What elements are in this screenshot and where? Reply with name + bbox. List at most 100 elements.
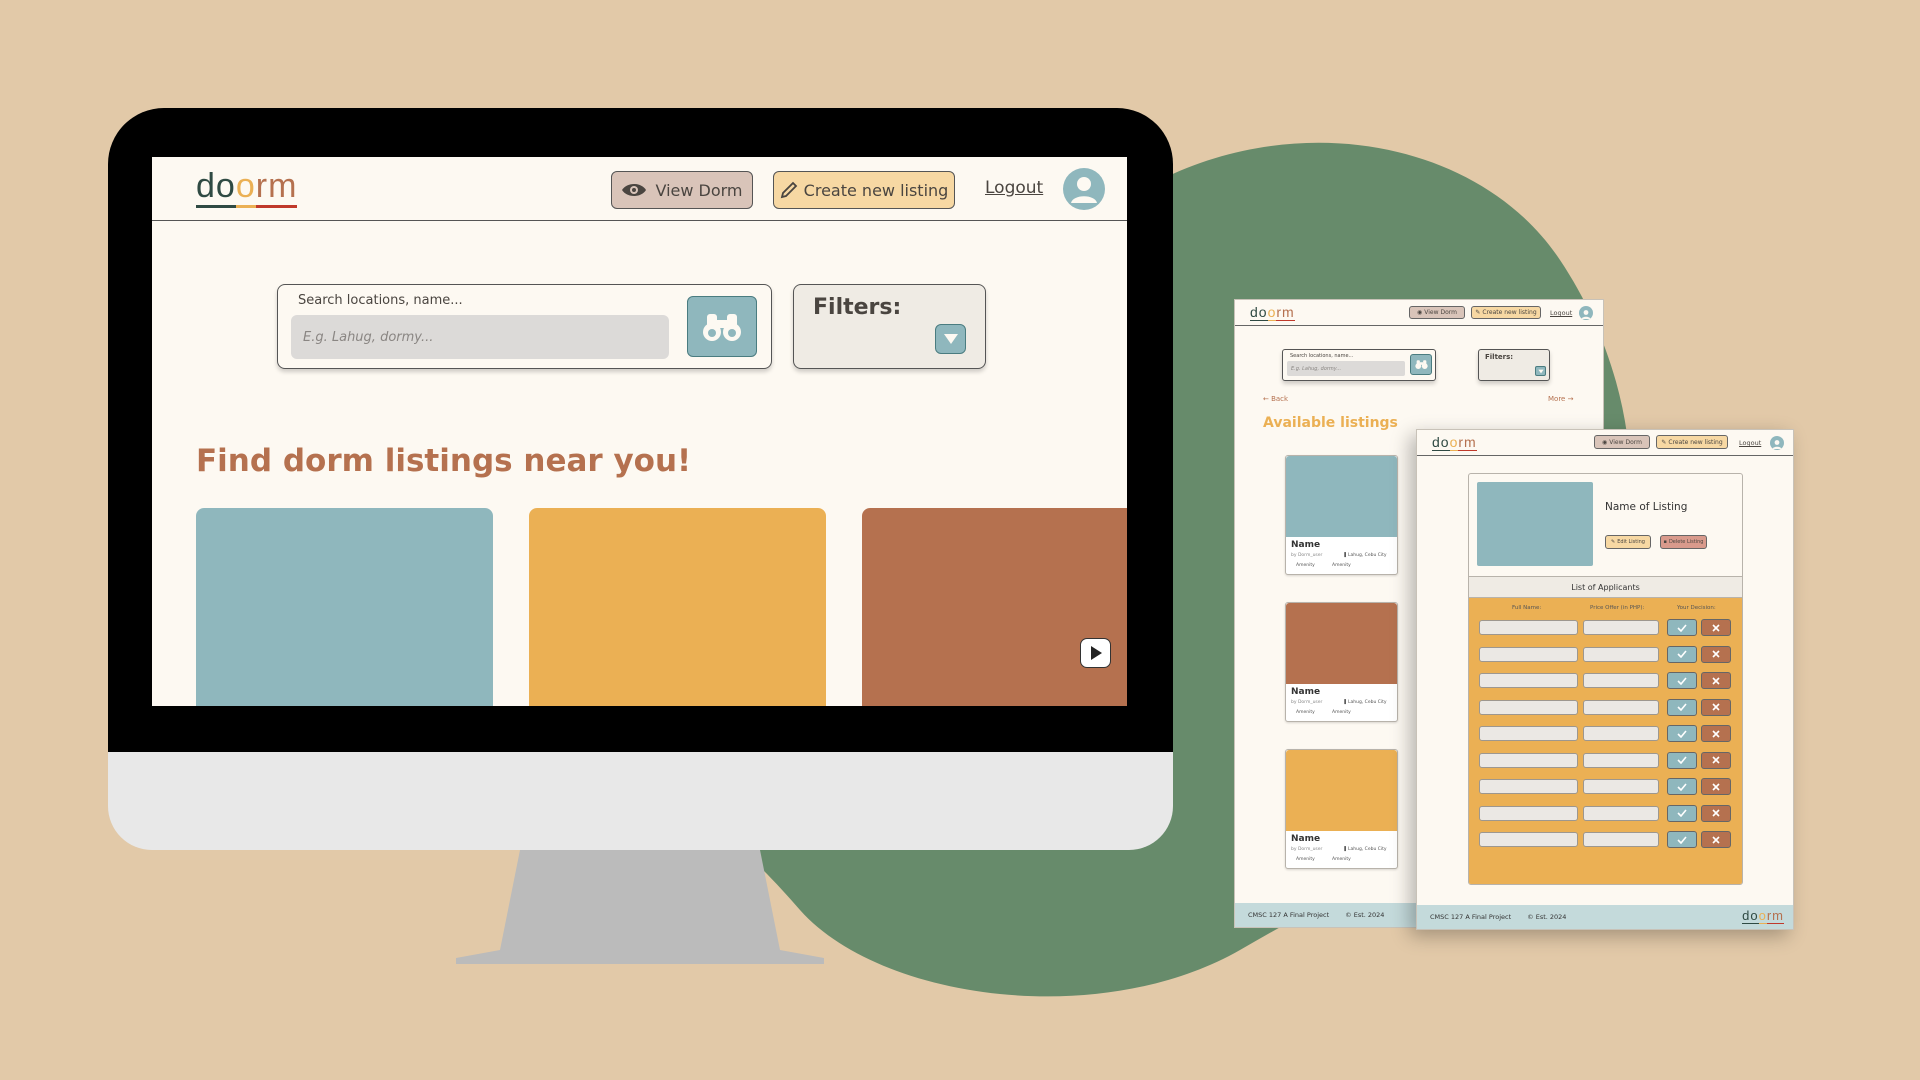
filters-box: Filters:	[793, 284, 986, 369]
search-button[interactable]	[1410, 354, 1432, 375]
reject-button[interactable]	[1701, 672, 1731, 689]
accept-button[interactable]	[1667, 831, 1697, 848]
listing-card[interactable]: Name by Dorm_user ❚ Lahug, Cebu City Ame…	[1285, 602, 1398, 722]
listing-card[interactable]	[196, 508, 493, 706]
carousel-next-button[interactable]	[1080, 638, 1111, 668]
accept-button[interactable]	[1667, 645, 1697, 663]
chevron-down-icon	[1537, 369, 1544, 373]
amenity-badge: Amenity	[1332, 710, 1351, 715]
listing-card[interactable]: Name by Dorm_user ❚ Lahug, Cebu City Ame…	[1285, 455, 1398, 575]
full-name-field[interactable]	[1479, 726, 1578, 741]
applicants-table: Full Name: Price Offer (in PHP): Your De…	[1469, 598, 1742, 884]
listing-card[interactable]	[862, 508, 1127, 706]
amenity-badge: Amenity	[1332, 857, 1351, 862]
applicant-row	[1469, 619, 1742, 637]
logout-link[interactable]: Logout	[985, 178, 1043, 198]
search-input[interactable]: E.g. Lahug, dormy...	[1287, 361, 1405, 376]
full-name-field[interactable]	[1479, 779, 1578, 794]
accept-button[interactable]	[1667, 672, 1697, 689]
accept-button[interactable]	[1667, 751, 1697, 769]
view-dorm-button[interactable]: ◉ View Dorm	[1594, 435, 1650, 449]
footer-project: CMSC 127 A Final Project	[1430, 913, 1512, 921]
price-offer-field[interactable]	[1583, 646, 1659, 662]
logo[interactable]: doorm	[196, 167, 298, 208]
reject-button[interactable]	[1701, 804, 1731, 822]
applicant-row	[1469, 831, 1742, 849]
reject-button[interactable]	[1701, 725, 1731, 742]
col-full-name: Full Name:	[1512, 605, 1542, 611]
amenity-badge: Amenity	[1332, 563, 1351, 568]
price-offer-field[interactable]	[1583, 726, 1659, 741]
accept-button[interactable]	[1667, 619, 1697, 636]
price-offer-field[interactable]	[1583, 832, 1659, 847]
price-offer-field[interactable]	[1583, 752, 1659, 768]
filters-label: Filters:	[1485, 353, 1514, 361]
full-name-field[interactable]	[1479, 699, 1578, 715]
full-name-field[interactable]	[1479, 673, 1578, 688]
accept-button[interactable]	[1667, 698, 1697, 716]
price-offer-field[interactable]	[1583, 620, 1659, 635]
reject-button[interactable]	[1701, 698, 1731, 716]
logout-link[interactable]: Logout	[1739, 439, 1761, 447]
logo[interactable]: doorm	[1432, 434, 1477, 451]
logo[interactable]: doorm	[1250, 304, 1295, 321]
close-icon	[1712, 835, 1720, 844]
full-name-field[interactable]	[1479, 620, 1578, 635]
close-icon	[1712, 703, 1720, 711]
binoculars-icon	[703, 313, 741, 341]
filters-dropdown-button[interactable]	[935, 324, 966, 354]
listing-card[interactable]: Name by Dorm_user ❚ Lahug, Cebu City Ame…	[1285, 749, 1398, 869]
reject-button[interactable]	[1701, 778, 1731, 795]
full-name-field[interactable]	[1479, 832, 1578, 847]
listing-card[interactable]	[529, 508, 826, 706]
close-icon	[1712, 782, 1720, 791]
check-icon	[1677, 729, 1687, 738]
check-icon	[1677, 782, 1687, 791]
user-avatar-icon[interactable]	[1770, 436, 1784, 450]
reject-button[interactable]	[1701, 831, 1731, 848]
reject-button[interactable]	[1701, 645, 1731, 663]
view-dorm-label: View Dorm	[1424, 309, 1457, 316]
filters-dropdown-button[interactable]	[1535, 366, 1546, 376]
search-input[interactable]: E.g. Lahug, dormy...	[291, 315, 669, 359]
delete-listing-button[interactable]: ▪ Delete Listing	[1660, 535, 1707, 549]
create-listing-button[interactable]: Create new listing	[773, 171, 955, 209]
user-avatar-icon[interactable]	[1579, 306, 1593, 320]
accept-button[interactable]	[1667, 804, 1697, 822]
listing-name: Name	[1291, 540, 1321, 550]
back-link[interactable]: ← Back	[1263, 395, 1288, 403]
full-name-field[interactable]	[1479, 805, 1578, 821]
price-offer-field[interactable]	[1583, 779, 1659, 794]
listing-image	[1286, 456, 1397, 537]
search-placeholder: E.g. Lahug, dormy...	[303, 329, 434, 345]
create-listing-label: Create new listing	[1482, 309, 1537, 316]
edit-listing-button[interactable]: ✎ Edit Listing	[1605, 535, 1651, 549]
filters-label: Filters:	[813, 295, 902, 320]
reject-button[interactable]	[1701, 619, 1731, 636]
accept-button[interactable]	[1667, 778, 1697, 795]
create-listing-button[interactable]: ✎ Create new listing	[1471, 306, 1541, 319]
search-button[interactable]	[687, 296, 757, 357]
edit-icon: ✎	[1611, 539, 1616, 545]
top-navbar: doorm ◉ View Dorm ✎ Create new listing Log…	[1235, 300, 1603, 326]
listing-owner: by Dorm_user	[1291, 700, 1323, 705]
search-placeholder: E.g. Lahug, dormy...	[1291, 365, 1342, 372]
check-icon	[1677, 650, 1687, 658]
more-link[interactable]: More →	[1548, 395, 1573, 403]
full-name-field[interactable]	[1479, 752, 1578, 768]
user-avatar-icon[interactable]	[1063, 168, 1105, 210]
view-dorm-button[interactable]: View Dorm	[611, 171, 753, 209]
logout-link[interactable]: Logout	[1550, 309, 1572, 317]
price-offer-field[interactable]	[1583, 805, 1659, 821]
price-offer-field[interactable]	[1583, 673, 1659, 688]
eye-icon	[622, 184, 647, 196]
close-icon	[1712, 650, 1720, 658]
location-icon: ❚	[1343, 552, 1348, 558]
create-listing-button[interactable]: ✎ Create new listing	[1656, 435, 1728, 449]
accept-button[interactable]	[1667, 725, 1697, 742]
full-name-field[interactable]	[1479, 646, 1578, 662]
price-offer-field[interactable]	[1583, 699, 1659, 715]
page-heading: Find dorm listings near you!	[196, 443, 692, 479]
reject-button[interactable]	[1701, 751, 1731, 769]
view-dorm-button[interactable]: ◉ View Dorm	[1409, 306, 1465, 319]
